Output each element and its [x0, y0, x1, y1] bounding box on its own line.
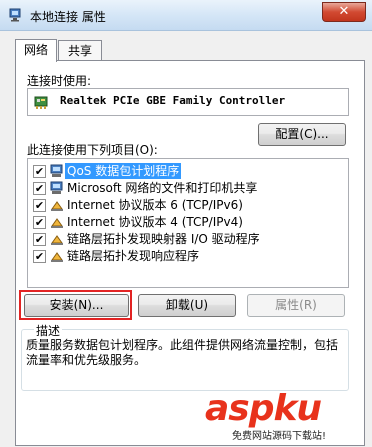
network-client-icon — [50, 164, 63, 177]
checkbox[interactable]: ✔ — [33, 182, 46, 195]
adapter-name: Realtek PCIe GBE Family Controller — [60, 94, 286, 107]
install-button[interactable]: 安装(N)... — [24, 294, 129, 317]
list-item-label: Internet 协议版本 6 (TCP/IPv6) — [67, 198, 243, 212]
watermark-subtitle: 免费网站源码下载站! — [232, 431, 327, 442]
checkbox[interactable]: ✔ — [33, 216, 46, 229]
tab-network[interactable]: 网络 — [15, 39, 57, 62]
uninstall-button[interactable]: 卸载(U) — [138, 294, 236, 317]
protocol-icon — [51, 218, 63, 228]
description-text: 质量服务数据包计划程序。此组件提供网络流量控制，包括流量率和优先级服务。 — [26, 338, 339, 367]
checkbox[interactable]: ✔ — [33, 199, 46, 212]
checkbox[interactable]: ✔ — [33, 165, 46, 178]
network-client-icon — [50, 181, 63, 194]
tab-sharing[interactable]: 共享 — [58, 40, 102, 61]
list-item-label: Internet 协议版本 4 (TCP/IPv4) — [67, 215, 243, 229]
protocol-icon — [51, 252, 63, 262]
tab-network-label: 网络 — [23, 43, 48, 57]
tab-sharing-label: 共享 — [67, 44, 92, 58]
watermark-logo: aspku — [205, 388, 322, 429]
configure-button[interactable]: 配置(C)... — [258, 123, 346, 146]
adapter-field: Realtek PCIe GBE Family Controller — [27, 88, 349, 116]
list-item-label: 链路层拓扑发现响应程序 — [67, 249, 200, 263]
connect-using-label: 连接时使用: — [27, 74, 92, 88]
network-adapter-icon — [34, 96, 48, 109]
items-label: 此连接使用下列项目(O): — [27, 143, 158, 157]
network-connection-icon — [9, 8, 21, 22]
list-item-label: Microsoft 网络的文件和打印机共享 — [67, 181, 258, 195]
checkbox[interactable]: ✔ — [33, 250, 46, 263]
properties-button[interactable]: 属性(R) — [247, 294, 345, 317]
title-bar: 本地连接 属性 ✕ — [0, 0, 372, 31]
description-label: 描述 — [34, 322, 63, 339]
close-button[interactable]: ✕ — [322, 2, 366, 22]
components-list[interactable]: ✔ QoS 数据包计划程序 ✔ Microsoft 网络的文件和打印机共享 ✔ … — [27, 158, 349, 288]
list-item-label: QoS 数据包计划程序 — [65, 163, 182, 179]
protocol-icon — [51, 201, 63, 211]
window-title: 本地连接 属性 — [30, 10, 106, 24]
list-item-label: 链路层拓扑发现映射器 I/O 驱动程序 — [67, 232, 260, 246]
checkbox[interactable]: ✔ — [33, 233, 46, 246]
protocol-icon — [51, 235, 63, 245]
